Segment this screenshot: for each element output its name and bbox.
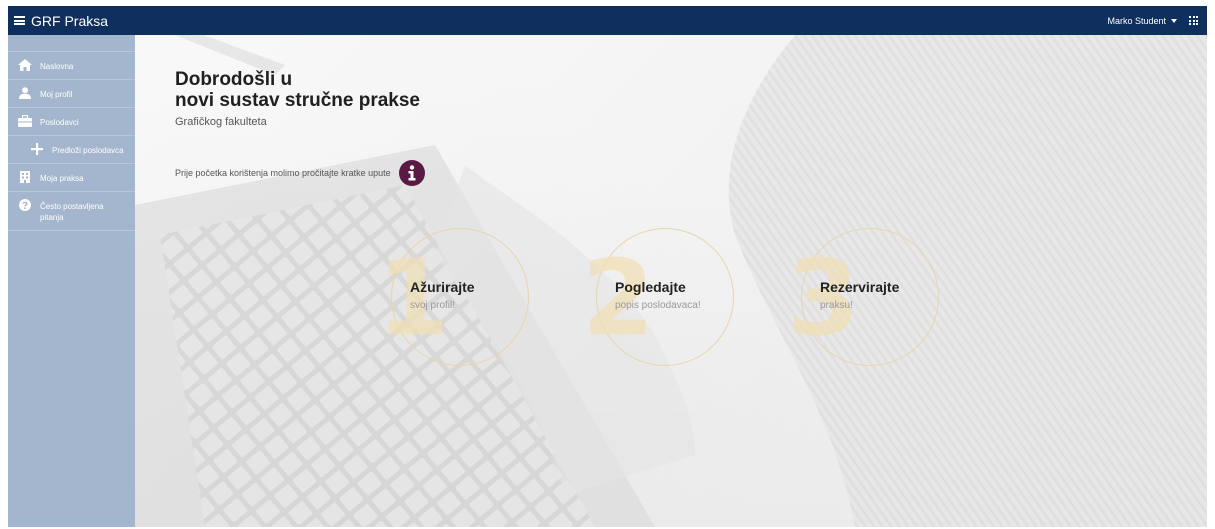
brand-link[interactable]: GRF Praksa (14, 6, 108, 35)
building-icon (18, 171, 32, 183)
step-title[interactable]: Ažurirajte (410, 279, 475, 295)
user-icon (18, 87, 32, 99)
sidebar-item-label: Moj profil (40, 90, 73, 99)
hamburger-icon[interactable] (14, 16, 25, 25)
welcome-title-line2: novi sustav stručne prakse (175, 90, 420, 111)
step-title[interactable]: Pogledajte (615, 279, 686, 295)
user-name[interactable]: Marko Student (1107, 16, 1166, 26)
main-content: Dobrodošli u novi sustav stručne prakse … (135, 35, 1207, 527)
instructions-notice: Prije početka korištenja molimo pročitaj… (175, 160, 425, 186)
step-title[interactable]: Rezervirajte (820, 279, 899, 295)
step-1[interactable]: 1 Ažurirajte svoj profil! (377, 228, 529, 376)
sidebar-item-label: Naslovna (40, 62, 74, 71)
sidebar-item-naslovna[interactable]: Naslovna (8, 51, 135, 79)
welcome-subtitle: Grafičkog fakulteta (175, 116, 267, 128)
step-2[interactable]: 2 Pogledajte popis poslodavaca! (582, 228, 734, 376)
step-number: 2 (582, 237, 655, 359)
app-frame: GRF Praksa Marko Student Naslovna Moj pr… (8, 6, 1207, 527)
step-number: 3 (787, 237, 860, 359)
top-navbar: GRF Praksa Marko Student (8, 6, 1207, 35)
home-icon (18, 59, 32, 71)
sidebar-item-label: Moja praksa (40, 174, 84, 183)
step-description: svoj profil! (410, 300, 456, 311)
user-menu[interactable]: Marko Student (1107, 6, 1177, 35)
welcome-title: Dobrodošli u novi sustav stručne prakse (175, 69, 420, 111)
apps-grid-icon[interactable] (1189, 16, 1198, 25)
sidebar: Naslovna Moj profil Poslodavci Predloži … (8, 35, 135, 527)
info-button[interactable] (398, 160, 425, 186)
sidebar-item-moja-praksa[interactable]: Moja praksa (8, 163, 135, 191)
sidebar-item-cesto-postavljena-pitanja[interactable]: Često postavljena pitanja (8, 191, 135, 231)
briefcase-icon (18, 115, 32, 127)
notice-text: Prije početka korištenja molimo pročitaj… (175, 168, 391, 178)
step-description: praksu! (820, 300, 853, 311)
sidebar-item-predlozi-poslodavca[interactable]: Predloži poslodavca (8, 135, 135, 163)
step-number: 1 (377, 237, 450, 359)
plus-icon (30, 143, 44, 155)
question-circle-icon (18, 199, 32, 211)
sidebar-item-label: Često postavljena pitanja (40, 202, 104, 222)
sidebar-item-moj-profil[interactable]: Moj profil (8, 79, 135, 107)
step-description: popis poslodavaca! (615, 300, 701, 311)
caret-down-icon[interactable] (1171, 18, 1177, 23)
step-3[interactable]: 3 Rezervirajte praksu! (787, 228, 939, 376)
brand-title[interactable]: GRF Praksa (31, 13, 108, 29)
sidebar-item-label: Predloži poslodavca (52, 146, 124, 155)
info-icon[interactable] (407, 165, 417, 181)
sidebar-item-poslodavci[interactable]: Poslodavci (8, 107, 135, 135)
sidebar-item-label: Poslodavci (40, 118, 79, 127)
welcome-title-line1: Dobrodošli u (175, 69, 293, 90)
